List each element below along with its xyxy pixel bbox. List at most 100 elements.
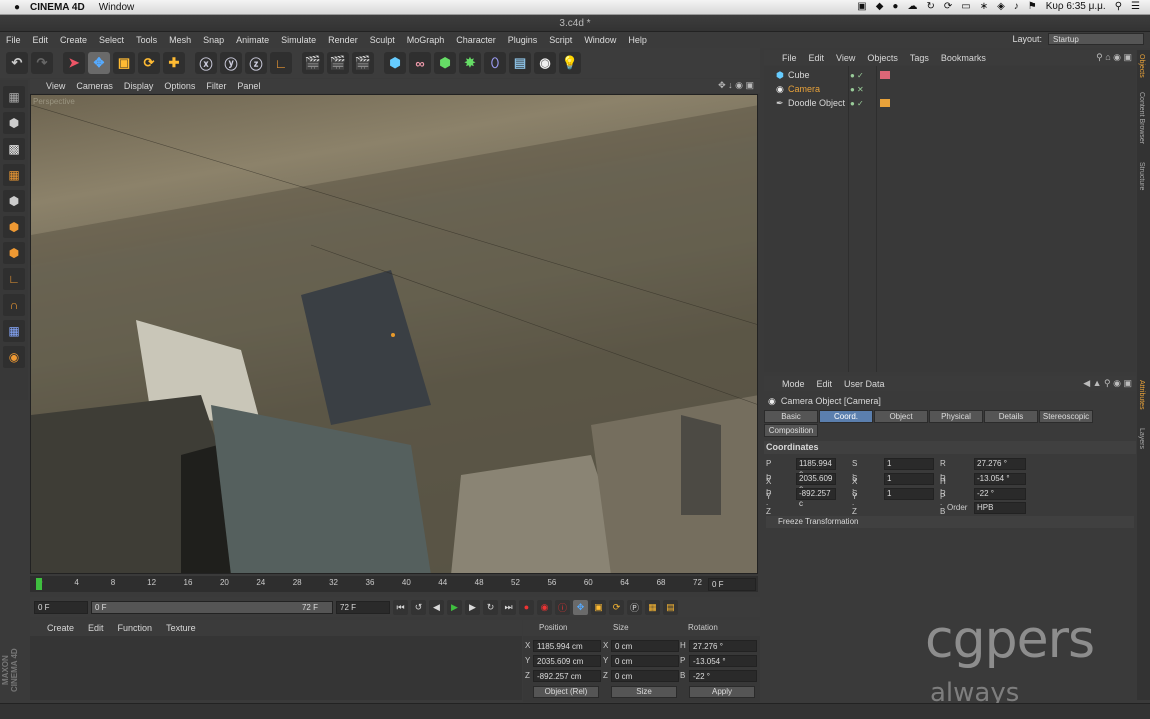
deformer-icon[interactable]: ⬯ [484,52,506,74]
range-slider[interactable]: 0 F 72 F [91,600,333,614]
make-editable-icon[interactable]: ▦ [3,86,25,108]
attr-pz-field[interactable]: -892.257 c [796,488,836,508]
edges-mode-icon[interactable]: ⬢ [3,216,25,238]
vp-menu-panel[interactable]: Panel [237,81,260,91]
live-selection-icon[interactable]: ➤ [63,52,85,74]
order-dropdown[interactable]: HPB [974,502,1026,514]
menu-help[interactable]: Help [628,35,647,45]
menu-mograph[interactable]: MoGraph [407,35,445,45]
cube-primitive-icon[interactable]: ⬢ [384,52,406,74]
menu-mesh[interactable]: Mesh [169,35,191,45]
freeze-transformation-section[interactable]: Freeze Transformation [766,516,1134,528]
vp-menu-filter[interactable]: Filter [206,81,226,91]
material-tag-icon[interactable] [880,71,890,79]
material-manager-area[interactable] [30,636,522,700]
key-rotation-icon[interactable]: ⟳ [609,599,624,615]
clock[interactable]: Κυρ 6:35 μ.μ. [1046,1,1106,12]
next-frame-icon[interactable]: ▶ [465,599,480,615]
tab-details[interactable]: Details [984,410,1038,423]
obj-search-icons[interactable]: ⚲ ⌂ ◉ ▣ [1096,52,1132,63]
size-mode-dropdown[interactable]: Size [611,686,677,698]
key-position-icon[interactable]: ✥ [573,599,588,615]
layout-dropdown[interactable]: Startup [1048,33,1144,45]
obj-menu-edit[interactable]: Edit [809,53,825,63]
snap-icon[interactable]: ◉ [3,346,25,368]
menu-simulate[interactable]: Simulate [281,35,316,45]
search-icon[interactable]: ⚲ [1115,1,1122,12]
object-name[interactable]: Doodle Object [788,98,845,108]
camera-icon[interactable]: ▣ [857,1,866,12]
evernote-icon[interactable]: ● [892,1,898,12]
mat-menu-function[interactable]: Function [118,623,153,633]
bluetooth-icon[interactable]: ∗ [980,1,988,12]
side-tab-structure[interactable]: Structure [1138,162,1145,190]
size-y-field[interactable]: 0 cm [611,655,679,667]
attr-sx-field[interactable]: 1 [884,458,934,470]
rotation-h-field[interactable]: 27.276 ° [689,640,757,652]
vp-menu-cameras[interactable]: Cameras [76,81,113,91]
menu-file[interactable]: File [6,35,21,45]
attr-sz-field[interactable]: 1 [884,488,934,500]
workplane-icon[interactable]: ▦ [3,164,25,186]
attr-px-field[interactable]: 1185.994 c [796,458,836,478]
previous-frame-icon[interactable]: ◀ [429,599,444,615]
spline-icon[interactable]: ∞ [409,52,431,74]
doodle-tag-icon[interactable] [880,99,890,107]
size-z-field[interactable]: 0 cm [611,670,679,682]
key-parameter-icon[interactable]: Ⓟ [627,599,642,615]
visibility-flags[interactable]: ● ✓ [850,71,864,80]
display-icon[interactable]: ▭ [961,1,970,12]
menu-edit[interactable]: Edit [33,35,49,45]
flag-icon[interactable]: ⚑ [1028,1,1037,12]
coord-mode-dropdown[interactable]: Object (Rel) [533,686,599,698]
list-icon[interactable]: ☰ [1131,1,1140,12]
model-mode-icon[interactable]: ⬢ [3,112,25,134]
previous-key-icon[interactable]: ↺ [411,599,426,615]
z-axis-icon[interactable]: ⓩ [245,52,267,74]
object-row-camera[interactable]: ◉ Camera ● ✕ [764,82,1136,96]
scale-icon[interactable]: ▣ [113,52,135,74]
obj-menu-objects[interactable]: Objects [867,53,898,63]
playhead-marker[interactable] [36,578,42,590]
render-picture-viewer-icon[interactable]: 🎬 [327,52,349,74]
sync-icon[interactable]: ⟳ [944,1,952,12]
end-frame-field[interactable]: 72 F [336,600,390,614]
tab-coord[interactable]: Coord. [819,410,873,423]
render-settings-icon[interactable]: 🎬 [352,52,374,74]
render-view-icon[interactable]: 🎬 [302,52,324,74]
autokey-icon[interactable]: ◉ [537,599,552,615]
object-name[interactable]: Cube [788,70,810,80]
attr-menu-mode[interactable]: Mode [782,379,805,389]
timeline-icon[interactable]: ▤ [663,599,678,615]
menu-render[interactable]: Render [328,35,358,45]
obj-menu-bookmarks[interactable]: Bookmarks [941,53,986,63]
viewport-nav-icons[interactable]: ✥ ↓ ◉ ▣ [718,80,754,91]
attr-menu-userdata[interactable]: User Data [844,379,885,389]
timemachine-icon[interactable]: ↻ [926,1,934,12]
lock-workplane-icon[interactable]: ▦ [3,320,25,342]
mat-menu-texture[interactable]: Texture [166,623,196,633]
vp-menu-options[interactable]: Options [164,81,195,91]
vp-menu-view[interactable]: View [46,81,65,91]
rotation-b-field[interactable]: -22 ° [689,670,757,682]
side-tab-attributes[interactable]: Attributes [1138,380,1145,410]
attr-py-field[interactable]: 2035.609 c [796,473,836,493]
add-icon[interactable]: ✚ [163,52,185,74]
floor-icon[interactable]: ▤ [509,52,531,74]
tab-composition[interactable]: Composition [764,424,818,437]
app-menu[interactable]: CINEMA 4D [30,2,85,13]
visibility-flags[interactable]: ● ✕ [850,85,864,94]
next-key-icon[interactable]: ↻ [483,599,498,615]
position-z-field[interactable]: -892.257 cm [533,670,601,682]
go-to-end-icon[interactable]: ⏭ [501,599,516,615]
texture-mode-icon[interactable]: ▩ [3,138,25,160]
tab-object[interactable]: Object [874,410,928,423]
obj-menu-file[interactable]: File [782,53,797,63]
tab-physical[interactable]: Physical [929,410,983,423]
menu-animate[interactable]: Animate [236,35,269,45]
attr-menu-edit[interactable]: Edit [817,379,833,389]
tab-stereoscopic[interactable]: Stereoscopic [1039,410,1093,423]
object-name[interactable]: Camera [788,84,820,94]
object-row-doodle[interactable]: ✒ Doodle Object ● ✓ [764,96,1136,110]
key-scale-icon[interactable]: ▣ [591,599,606,615]
